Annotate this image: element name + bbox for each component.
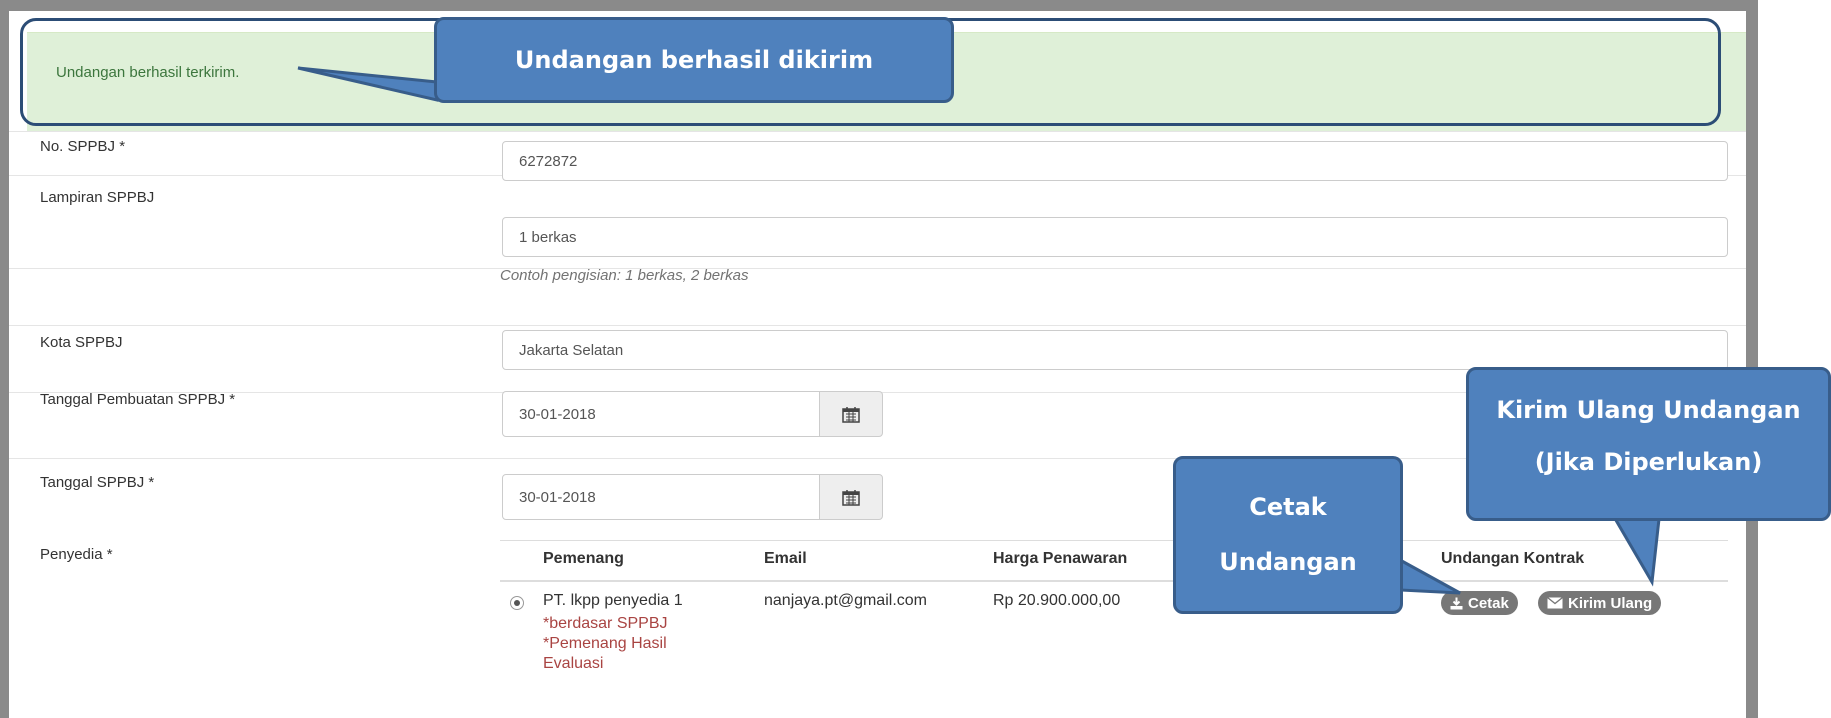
callout-tails	[297, 66, 1662, 595]
callout-undangan-berhasil: Undangan berhasil dikirim	[434, 17, 954, 103]
callout-kirim-line: Kirim Ulang Undangan	[1496, 396, 1801, 424]
callout-cetak-undangan: Cetak Undangan	[1173, 456, 1403, 614]
top-callout-tail	[297, 66, 439, 102]
callout-kirim-ulang-undangan: Kirim Ulang Undangan (Jika Diperlukan)	[1466, 367, 1831, 521]
callout-kirim-line: (Jika Diperlukan)	[1534, 448, 1763, 476]
callout-top-text: Undangan berhasil dikirim	[514, 46, 874, 74]
cetak-callout-tail	[1398, 557, 1461, 595]
callout-cetak-line: Undangan	[1219, 548, 1357, 576]
callout-cetak-line: Cetak	[1249, 493, 1327, 521]
